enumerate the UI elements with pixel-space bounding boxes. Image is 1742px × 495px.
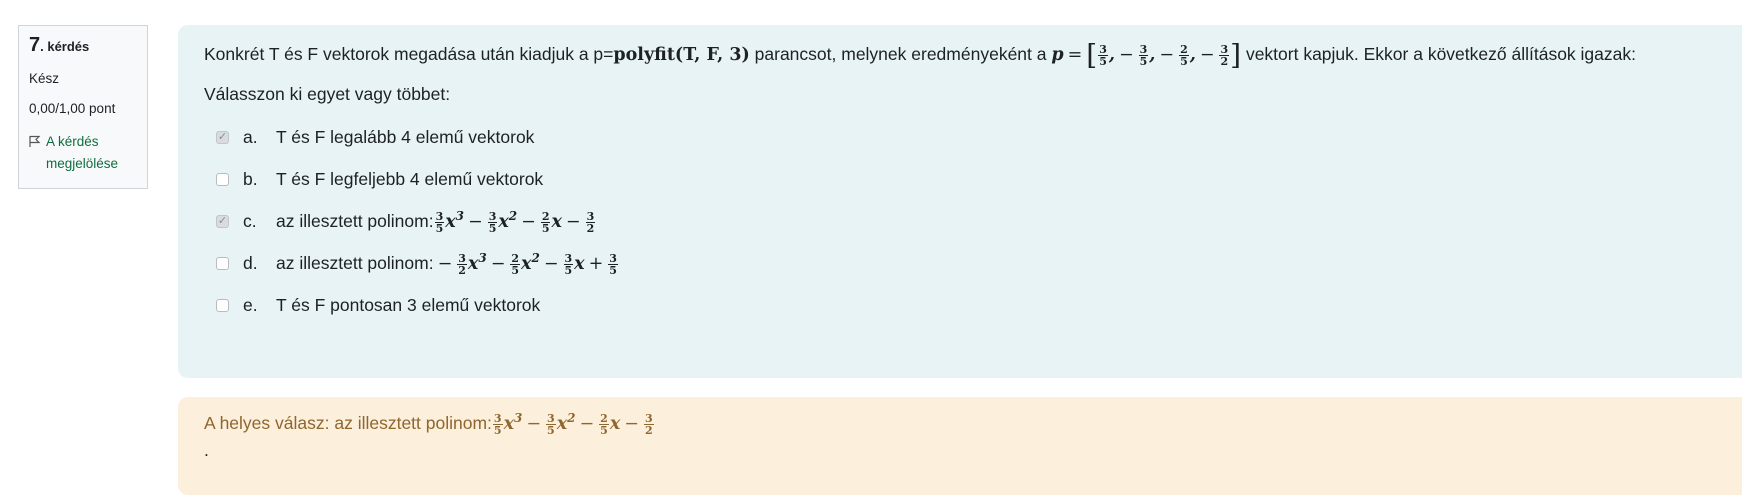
answer-checkbox-c[interactable] — [216, 215, 229, 228]
question-text: Konkrét T és F vektorok megadása után ki… — [204, 38, 1636, 72]
answer-checkbox-b[interactable] — [216, 173, 229, 186]
answer-option-e[interactable]: e. T és F pontosan 3 elemű vektorok — [216, 285, 1716, 327]
answer-checkbox-e[interactable] — [216, 299, 229, 312]
flag-question-link[interactable]: A kérdés megjelölése — [29, 131, 137, 175]
answer-option-a[interactable]: a. T és F legalább 4 elemű vektorok — [216, 117, 1716, 159]
flag-icon — [29, 135, 41, 147]
answer-prompt: Válasszon ki egyet vagy többet: — [204, 83, 451, 104]
polyfit-command: polyfit(T, F, 3) — [613, 45, 750, 65]
question-info-panel: 7. kérdés Kész 0,00/1,00 pont A kérdés m… — [18, 25, 148, 189]
answer-checkbox-a[interactable] — [216, 131, 229, 144]
polynomial-formula-c: 3 5 x3−3 5 x2−2 5 x −3 2 — [434, 209, 596, 235]
feedback-formula: 3 5 x3−3 5 x2−2 5 x −3 2 — [492, 411, 654, 437]
question-number: 7. kérdés — [29, 34, 90, 56]
flag-label: A kérdés megjelölése — [46, 134, 119, 171]
feedback-trailing: . — [204, 439, 209, 460]
answer-option-c[interactable]: c. az illesztett polinom:35x3−35x2−25x−3… — [216, 201, 1716, 243]
answer-option-d[interactable]: d. az illesztett polinom: −3 2 x3−2 5 x2−3 5 x +… — [216, 243, 1716, 285]
answer-option-b[interactable]: b. T és F legfeljebb 4 elemű vektorok — [216, 159, 1716, 201]
question-state: Kész — [29, 71, 60, 86]
answer-list: a. T és F legalább 4 elemű vektorok b. T… — [204, 117, 1716, 327]
answer-checkbox-d[interactable] — [216, 257, 229, 270]
result-vector: p =[3 5, −3 5, −2 5, −3 2] — [1051, 38, 1242, 72]
correct-answer-feedback: A helyes válasz: az illesztett polinom: 3… — [178, 397, 1742, 495]
feedback-line: A helyes válasz: az illesztett polinom: 3… — [204, 411, 654, 437]
question-grade: 0,00/1,00 pont — [29, 101, 116, 116]
polynomial-formula-d: −3 2 x3−2 5 x2−3 5 x +3 5 — [437, 251, 618, 277]
question-formulation: Konkrét T és F vektorok megadása után ki… — [178, 25, 1742, 378]
